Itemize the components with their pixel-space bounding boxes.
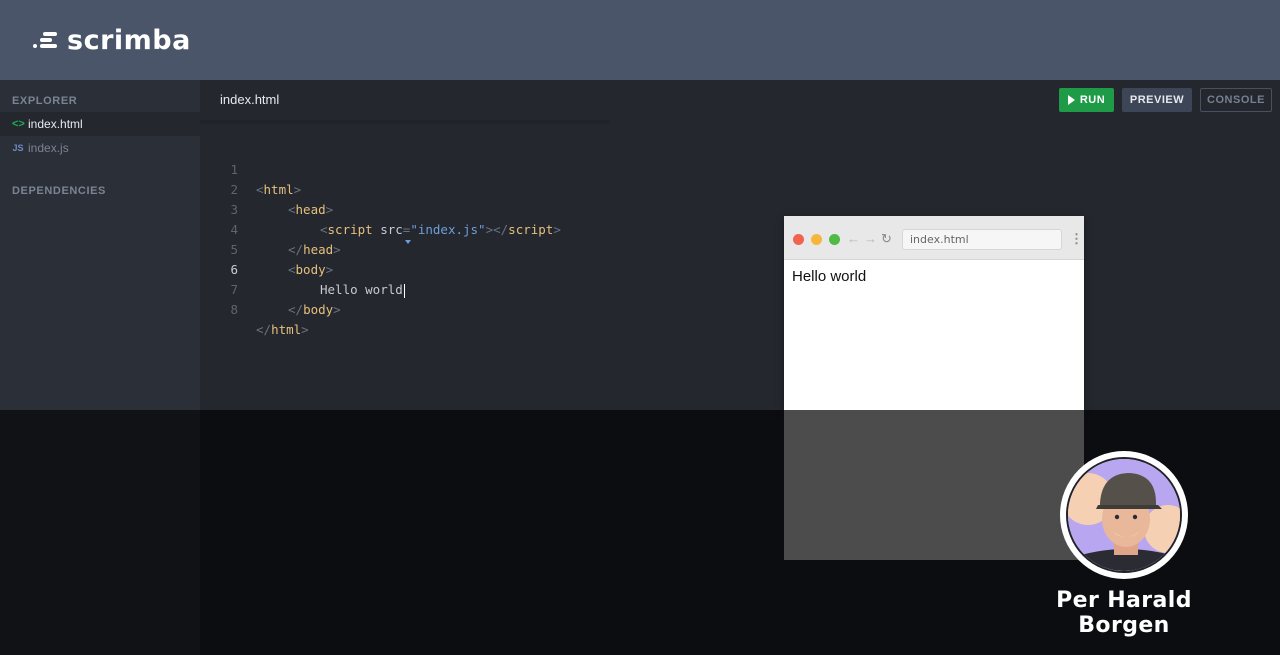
file-explorer-sidebar: EXPLORER <> index.html JS index.js DEPEN… [0,80,200,410]
code-line: 5 <body> [200,220,1280,277]
preview-page-text: Hello world [792,268,867,285]
scrimba-logo-icon [33,31,59,51]
forward-arrow-icon[interactable]: → [864,231,877,246]
preview-dimmed-area [784,410,1084,560]
code-line: 7 </body> [200,260,1280,317]
presenter-name: Per Harald Borgen [1056,588,1192,638]
code-editor[interactable]: index.html RUN PREVIEW CONSOLE 1 <html> … [200,80,1280,410]
top-header: scrimba [0,0,1280,80]
line-number: 8 [230,302,238,317]
dimmed-sidebar-overlay [0,410,200,655]
code-line: 1 <html> [200,140,1280,197]
scrimba-logo[interactable]: scrimba [33,26,191,56]
js-file-icon: JS [12,143,24,153]
editor-tab-title[interactable]: index.html [220,92,279,107]
avatar [1066,457,1182,573]
minimize-dot-icon[interactable] [811,234,822,245]
back-arrow-icon[interactable]: ← [847,231,860,246]
code-line: 8 </html> [200,280,1280,337]
close-dot-icon[interactable] [793,234,804,245]
console-button[interactable]: CONSOLE [1200,88,1272,112]
code-line: 3 <script src="index.js"></script> [200,180,1280,237]
tab-divider [200,120,610,124]
code-line-active: 6 Hello world [200,240,1280,298]
file-name: index.js [28,141,69,155]
code-line: 4 </head> [200,200,1280,257]
preview-window[interactable]: ← → ↻ index.html ⋮ Hello world [784,216,1084,410]
presenter-avatar [1060,451,1188,579]
editor-header: index.html RUN PREVIEW CONSOLE [200,80,1280,124]
maximize-dot-icon[interactable] [829,234,840,245]
more-options-icon[interactable]: ⋮ [1070,231,1083,247]
code-line: 2 <head> [200,160,1280,217]
reload-icon[interactable]: ↻ [881,231,892,247]
preview-button[interactable]: PREVIEW [1122,88,1192,112]
file-name: index.html [28,117,83,131]
file-item-index-js[interactable]: JS index.js [0,136,200,160]
html-file-icon: <> [12,118,25,130]
dependencies-title[interactable]: DEPENDENCIES [12,185,106,197]
file-item-index-html[interactable]: <> index.html [0,112,200,136]
play-icon [1067,95,1075,105]
explorer-title: EXPLORER [12,95,78,107]
run-label: RUN [1079,94,1106,106]
logo-text: scrimba [67,25,191,56]
url-bar[interactable]: index.html [902,229,1062,250]
run-button[interactable]: RUN [1059,88,1114,112]
browser-toolbar: ← → ↻ index.html ⋮ [784,216,1084,260]
cursor-marker [405,240,411,244]
